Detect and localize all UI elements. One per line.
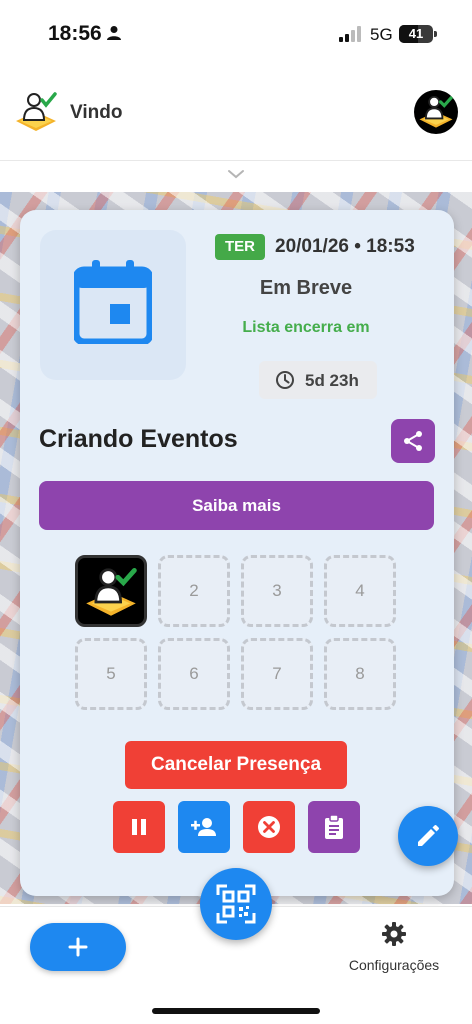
status-bar: 18:56 5G 41	[0, 0, 472, 70]
event-image	[40, 230, 186, 380]
add-guest-button[interactable]	[178, 801, 230, 853]
chevron-down-icon[interactable]	[227, 168, 245, 180]
event-status: Em Breve	[259, 277, 353, 299]
battery-indicator: 41	[399, 25, 433, 43]
header-divider	[0, 160, 472, 161]
clipboard-icon	[325, 814, 343, 839]
add-event-button[interactable]	[30, 923, 126, 971]
nav-settings[interactable]: Configurações	[336, 921, 452, 977]
participant-slot-5[interactable]: 5	[75, 638, 147, 710]
countdown-text: 5d 23h	[305, 371, 359, 390]
event-datetime: 20/01/26 • 18:53	[275, 236, 415, 257]
participant-slot-8[interactable]: 8	[324, 638, 396, 710]
home-indicator	[152, 1008, 320, 1014]
clock-icon	[276, 371, 294, 389]
battery-tip	[434, 31, 437, 37]
event-card: TER 20/01/26 • 18:53 Em Breve Lista ence…	[20, 210, 454, 896]
app-title: Vindo	[70, 102, 123, 123]
qr-code-icon	[216, 884, 256, 924]
signal-icon	[339, 26, 361, 42]
day-badge: TER	[215, 234, 265, 260]
share-button[interactable]	[391, 419, 435, 463]
app-logo[interactable]	[12, 88, 60, 136]
more-info-button[interactable]: Saiba mais	[39, 481, 434, 530]
network-label: 5G	[370, 25, 393, 44]
cancel-event-button[interactable]	[243, 801, 295, 853]
attendance-list-button[interactable]	[308, 801, 360, 853]
cancel-circle-icon	[258, 816, 280, 838]
participant-slot-2[interactable]: 2	[158, 555, 230, 627]
calendar-icon	[74, 260, 152, 344]
profile-avatar[interactable]	[414, 90, 458, 134]
participant-slot-7[interactable]: 7	[241, 638, 313, 710]
status-time: 18:56	[48, 22, 102, 45]
countdown-chip: 5d 23h	[259, 361, 377, 399]
pause-button[interactable]	[113, 801, 165, 853]
pause-icon	[132, 819, 146, 835]
pencil-icon	[418, 825, 439, 846]
cancel-attendance-button[interactable]: Cancelar Presença	[125, 741, 347, 789]
person-icon	[107, 26, 121, 40]
gear-icon	[382, 922, 406, 946]
share-icon	[404, 431, 422, 451]
participant-slot-3[interactable]: 3	[241, 555, 313, 627]
plus-icon	[68, 937, 88, 957]
edit-event-button[interactable]	[398, 806, 458, 866]
list-closes-label: Lista encerra em	[242, 319, 370, 336]
participant-slot-1[interactable]	[75, 555, 147, 627]
app-header: Vindo	[0, 80, 472, 144]
event-title: Criando Eventos	[39, 425, 238, 453]
add-person-icon	[191, 818, 216, 836]
battery-level: 41	[408, 26, 424, 41]
qr-scan-button[interactable]	[200, 868, 272, 940]
participant-avatar	[86, 567, 137, 616]
settings-label: Configurações	[348, 957, 440, 973]
participant-slot-6[interactable]: 6	[158, 638, 230, 710]
participant-slot-4[interactable]: 4	[324, 555, 396, 627]
